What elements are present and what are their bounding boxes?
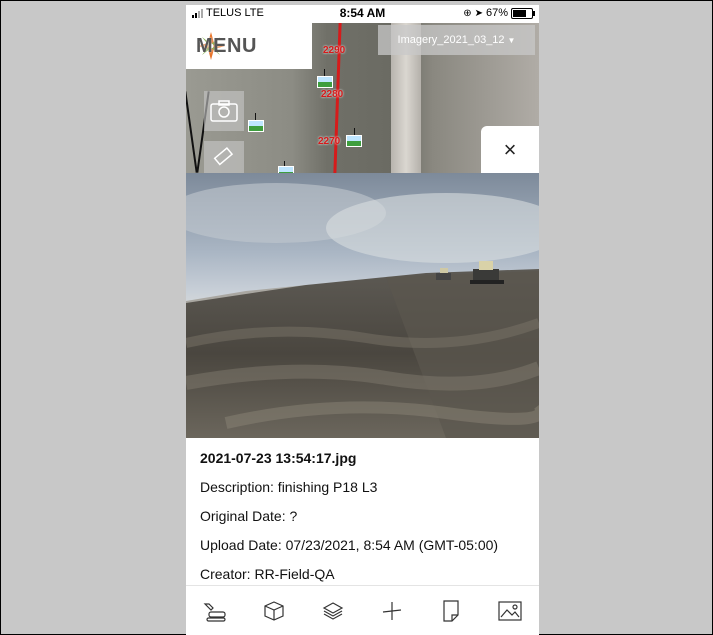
- ruler-icon: [213, 146, 234, 166]
- photo-scene: [186, 183, 539, 438]
- menu-label: MENU: [196, 34, 257, 57]
- site-photo[interactable]: [186, 173, 539, 438]
- photo-pin: [354, 128, 355, 135]
- layers-icon: [322, 602, 344, 620]
- photo-pin: [255, 113, 256, 120]
- note-button[interactable]: [436, 596, 466, 626]
- chevron-down-icon: ▼: [507, 35, 516, 45]
- battery-percent: 67%: [485, 7, 508, 19]
- station-label: 2280: [321, 89, 344, 100]
- photo-pin: [324, 69, 325, 76]
- imagery-selector[interactable]: Imagery_2021_03_12 ▼: [378, 25, 535, 55]
- photo-marker-icon[interactable]: [317, 76, 333, 88]
- status-bar: TELUS LTE 8:54 AM ⊕ ➤ 67%: [186, 5, 539, 23]
- measure-icon: [382, 602, 401, 620]
- layers-button[interactable]: [318, 596, 348, 626]
- box-icon: [264, 601, 284, 621]
- image-button[interactable]: [495, 596, 525, 626]
- phone-screen: TELUS LTE 8:54 AM ⊕ ➤ 67% 2290 2280 2270: [186, 5, 539, 635]
- battery-icon: [511, 7, 535, 19]
- excavator-button[interactable]: [200, 596, 230, 626]
- orientation-lock-icon: ⊕: [463, 7, 472, 19]
- excavator-icon: [203, 603, 227, 622]
- object-button[interactable]: [259, 596, 289, 626]
- location-icon: ➤: [474, 7, 483, 19]
- map-view[interactable]: 2290 2280 2270 MENU Imagery_2021_03_12 ▼: [186, 23, 539, 173]
- photo-marker-icon[interactable]: [346, 135, 362, 147]
- photo-details: 2021-07-23 13:54:17.jpg Description: fin…: [186, 438, 539, 582]
- bottom-toolbar: [186, 585, 539, 635]
- photo-description: Description: finishing P18 L3: [200, 479, 378, 495]
- photo-filename: 2021-07-23 13:54:17.jpg: [200, 450, 357, 466]
- measure-tool-button[interactable]: [204, 141, 244, 173]
- measure-button[interactable]: [377, 596, 407, 626]
- photo-original-date: Original Date: ?: [200, 508, 298, 524]
- photo-marker-icon[interactable]: [248, 120, 264, 132]
- close-button[interactable]: ×: [481, 126, 539, 173]
- camera-icon: [210, 100, 238, 122]
- photo-marker-icon[interactable]: [278, 166, 294, 173]
- menu-button[interactable]: MENU: [186, 23, 312, 69]
- imagery-label: Imagery_2021_03_12: [397, 34, 505, 46]
- camera-button[interactable]: [204, 91, 244, 131]
- photo-creator: Creator: RR-Field-QA: [200, 566, 335, 582]
- image-icon: [497, 601, 522, 621]
- bulldozer: [470, 261, 504, 284]
- note-icon: [443, 600, 459, 622]
- station-label: 2270: [318, 136, 341, 147]
- station-label: 2290: [323, 45, 346, 56]
- close-icon: ×: [503, 136, 517, 162]
- bulldozer: [436, 268, 451, 280]
- north-arrow-line: [186, 91, 198, 173]
- status-right: ⊕ ➤ 67%: [463, 7, 535, 19]
- photo-upload-date: Upload Date: 07/23/2021, 8:54 AM (GMT-05…: [200, 537, 499, 553]
